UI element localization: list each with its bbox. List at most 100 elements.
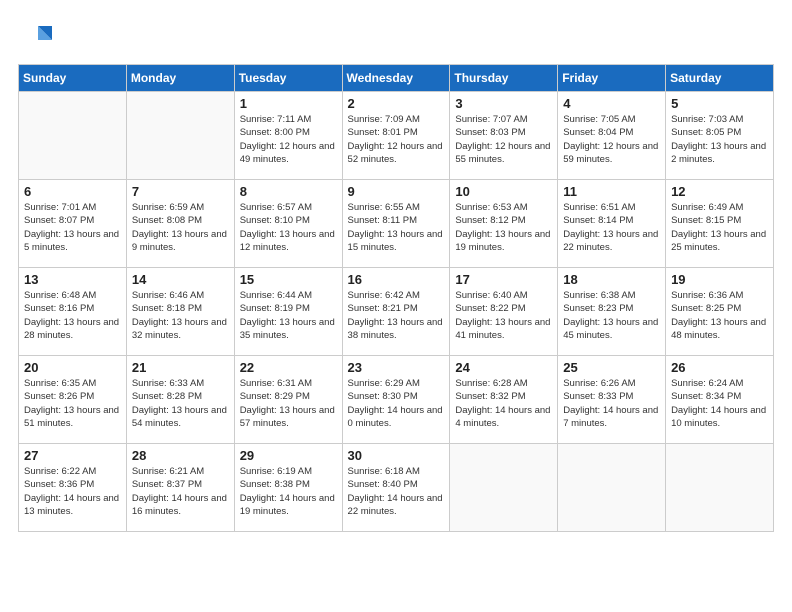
day-number: 18 — [563, 272, 660, 287]
calendar-cell: 8Sunrise: 6:57 AM Sunset: 8:10 PM Daylig… — [234, 180, 342, 268]
day-info: Sunrise: 6:19 AM Sunset: 8:38 PM Dayligh… — [240, 465, 337, 518]
day-number: 19 — [671, 272, 768, 287]
calendar-week-row: 20 Sunrise: 6:35 AM Sunset: 8:26 PM Dayli… — [19, 356, 774, 444]
day-number: 4 — [563, 96, 660, 111]
page: SundayMondayTuesdayWednesdayThursdayFrid… — [0, 0, 792, 612]
day-number: 26 — [671, 360, 768, 375]
calendar-cell: 10 Sunrise: 6:53 AM Sunset: 8:12 PM Dayli… — [450, 180, 558, 268]
day-info: Sunrise: 7:03 AM Sunset: 8:05 PM Dayligh… — [671, 113, 768, 166]
day-info: Sunrise: 6:36 AM Sunset: 8:25 PM Dayligh… — [671, 289, 768, 342]
day-number: 27 — [24, 448, 121, 463]
day-info: Sunrise: 7:01 AM Sunset: 8:07 PM Dayligh… — [24, 201, 121, 254]
calendar-cell: 13Sunrise: 6:48 AM Sunset: 8:16 PM Dayli… — [19, 268, 127, 356]
day-info: Sunrise: 6:24 AM Sunset: 8:34 PM Dayligh… — [671, 377, 768, 430]
day-info: Sunrise: 6:59 AM Sunset: 8:08 PM Dayligh… — [132, 201, 229, 254]
calendar-cell: 17 Sunrise: 6:40 AM Sunset: 8:22 PM Dayli… — [450, 268, 558, 356]
calendar-header-row: SundayMondayTuesdayWednesdayThursdayFrid… — [19, 65, 774, 92]
day-info: Sunrise: 6:18 AM Sunset: 8:40 PM Dayligh… — [348, 465, 445, 518]
day-number: 12 — [671, 184, 768, 199]
day-number: 10 — [455, 184, 552, 199]
day-info: Sunrise: 6:55 AM Sunset: 8:11 PM Dayligh… — [348, 201, 445, 254]
calendar-cell — [558, 444, 666, 532]
calendar-cell — [19, 92, 127, 180]
day-number: 16 — [348, 272, 445, 287]
day-info: Sunrise: 6:42 AM Sunset: 8:21 PM Dayligh… — [348, 289, 445, 342]
day-info: Sunrise: 6:44 AM Sunset: 8:19 PM Dayligh… — [240, 289, 337, 342]
calendar-cell: 18 Sunrise: 6:38 AM Sunset: 8:23 PM Dayli… — [558, 268, 666, 356]
day-number: 24 — [455, 360, 552, 375]
day-info: Sunrise: 6:31 AM Sunset: 8:29 PM Dayligh… — [240, 377, 337, 430]
day-number: 25 — [563, 360, 660, 375]
calendar-week-row: 1 Sunrise: 7:11 AM Sunset: 8:00 PM Daylig… — [19, 92, 774, 180]
calendar-cell: 30 Sunrise: 6:18 AM Sunset: 8:40 PM Dayli… — [342, 444, 450, 532]
calendar-cell: 14 Sunrise: 6:46 AM Sunset: 8:18 PM Dayli… — [126, 268, 234, 356]
day-number: 17 — [455, 272, 552, 287]
calendar-cell: 21 Sunrise: 6:33 AM Sunset: 8:28 PM Dayli… — [126, 356, 234, 444]
header — [18, 18, 774, 54]
day-of-week-header: Sunday — [19, 65, 127, 92]
day-info: Sunrise: 6:57 AM Sunset: 8:10 PM Dayligh… — [240, 201, 337, 254]
calendar-week-row: 27 Sunrise: 6:22 AM Sunset: 8:36 PM Dayli… — [19, 444, 774, 532]
day-number: 23 — [348, 360, 445, 375]
day-info: Sunrise: 6:22 AM Sunset: 8:36 PM Dayligh… — [24, 465, 121, 518]
day-info: Sunrise: 7:09 AM Sunset: 8:01 PM Dayligh… — [348, 113, 445, 166]
calendar-cell: 6 Sunrise: 7:01 AM Sunset: 8:07 PM Daylig… — [19, 180, 127, 268]
day-number: 5 — [671, 96, 768, 111]
day-number: 30 — [348, 448, 445, 463]
day-info: Sunrise: 6:26 AM Sunset: 8:33 PM Dayligh… — [563, 377, 660, 430]
calendar-cell — [126, 92, 234, 180]
calendar-cell: 12 Sunrise: 6:49 AM Sunset: 8:15 PM Dayli… — [666, 180, 774, 268]
day-info: Sunrise: 6:33 AM Sunset: 8:28 PM Dayligh… — [132, 377, 229, 430]
calendar-cell: 24 Sunrise: 6:28 AM Sunset: 8:32 PM Dayli… — [450, 356, 558, 444]
day-info: Sunrise: 6:21 AM Sunset: 8:37 PM Dayligh… — [132, 465, 229, 518]
day-info: Sunrise: 6:53 AM Sunset: 8:12 PM Dayligh… — [455, 201, 552, 254]
day-info: Sunrise: 6:29 AM Sunset: 8:30 PM Dayligh… — [348, 377, 445, 430]
calendar-cell: 1 Sunrise: 7:11 AM Sunset: 8:00 PM Daylig… — [234, 92, 342, 180]
day-number: 21 — [132, 360, 229, 375]
day-info: Sunrise: 7:07 AM Sunset: 8:03 PM Dayligh… — [455, 113, 552, 166]
day-info: Sunrise: 6:28 AM Sunset: 8:32 PM Dayligh… — [455, 377, 552, 430]
day-info: Sunrise: 6:40 AM Sunset: 8:22 PM Dayligh… — [455, 289, 552, 342]
day-info: Sunrise: 6:38 AM Sunset: 8:23 PM Dayligh… — [563, 289, 660, 342]
calendar-cell: 4 Sunrise: 7:05 AM Sunset: 8:04 PM Daylig… — [558, 92, 666, 180]
day-of-week-header: Saturday — [666, 65, 774, 92]
day-info: Sunrise: 7:11 AM Sunset: 8:00 PM Dayligh… — [240, 113, 337, 166]
logo — [18, 18, 56, 54]
day-number: 3 — [455, 96, 552, 111]
day-number: 13 — [24, 272, 121, 287]
calendar-table: SundayMondayTuesdayWednesdayThursdayFrid… — [18, 64, 774, 532]
day-info: Sunrise: 6:46 AM Sunset: 8:18 PM Dayligh… — [132, 289, 229, 342]
day-number: 20 — [24, 360, 121, 375]
calendar-cell: 5 Sunrise: 7:03 AM Sunset: 8:05 PM Daylig… — [666, 92, 774, 180]
calendar-cell: 29 Sunrise: 6:19 AM Sunset: 8:38 PM Dayli… — [234, 444, 342, 532]
day-info: Sunrise: 6:49 AM Sunset: 8:15 PM Dayligh… — [671, 201, 768, 254]
day-of-week-header: Monday — [126, 65, 234, 92]
day-number: 9 — [348, 184, 445, 199]
calendar-cell: 16 Sunrise: 6:42 AM Sunset: 8:21 PM Dayli… — [342, 268, 450, 356]
calendar-cell: 22 Sunrise: 6:31 AM Sunset: 8:29 PM Dayli… — [234, 356, 342, 444]
calendar-cell: 2 Sunrise: 7:09 AM Sunset: 8:01 PM Daylig… — [342, 92, 450, 180]
day-of-week-header: Wednesday — [342, 65, 450, 92]
day-number: 15 — [240, 272, 337, 287]
calendar-cell: 15 Sunrise: 6:44 AM Sunset: 8:19 PM Dayli… — [234, 268, 342, 356]
calendar-cell — [666, 444, 774, 532]
day-number: 22 — [240, 360, 337, 375]
calendar-cell: 23 Sunrise: 6:29 AM Sunset: 8:30 PM Dayli… — [342, 356, 450, 444]
day-info: Sunrise: 6:51 AM Sunset: 8:14 PM Dayligh… — [563, 201, 660, 254]
calendar-cell: 26 Sunrise: 6:24 AM Sunset: 8:34 PM Dayli… — [666, 356, 774, 444]
day-of-week-header: Friday — [558, 65, 666, 92]
day-number: 6 — [24, 184, 121, 199]
day-number: 2 — [348, 96, 445, 111]
day-info: Sunrise: 7:05 AM Sunset: 8:04 PM Dayligh… — [563, 113, 660, 166]
day-number: 28 — [132, 448, 229, 463]
calendar-cell: 7Sunrise: 6:59 AM Sunset: 8:08 PM Daylig… — [126, 180, 234, 268]
calendar-cell: 3 Sunrise: 7:07 AM Sunset: 8:03 PM Daylig… — [450, 92, 558, 180]
calendar-cell: 25 Sunrise: 6:26 AM Sunset: 8:33 PM Dayli… — [558, 356, 666, 444]
day-info: Sunrise: 6:35 AM Sunset: 8:26 PM Dayligh… — [24, 377, 121, 430]
calendar-cell — [450, 444, 558, 532]
day-number: 14 — [132, 272, 229, 287]
calendar-cell: 9 Sunrise: 6:55 AM Sunset: 8:11 PM Daylig… — [342, 180, 450, 268]
day-number: 1 — [240, 96, 337, 111]
day-number: 29 — [240, 448, 337, 463]
calendar-cell: 27 Sunrise: 6:22 AM Sunset: 8:36 PM Dayli… — [19, 444, 127, 532]
